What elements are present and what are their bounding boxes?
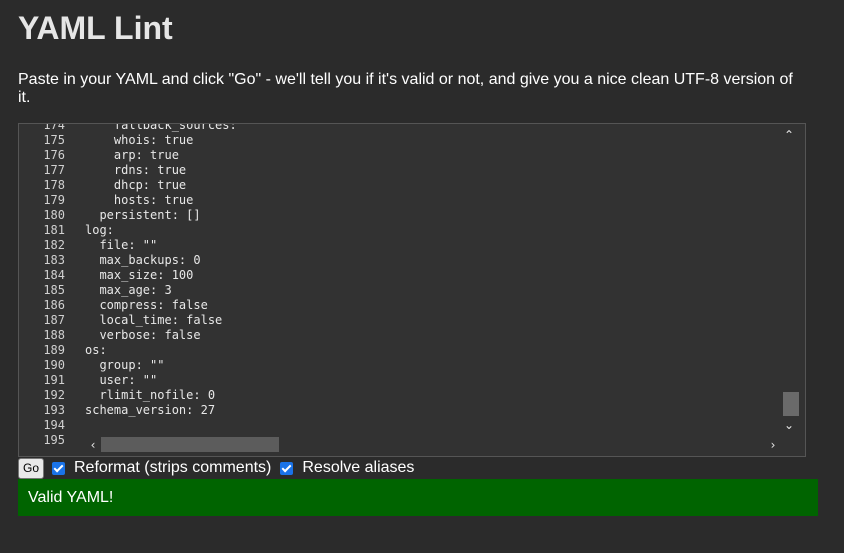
code-line: user: "" [85, 373, 158, 387]
intro-text: Paste in your YAML and click "Go" - we'l… [18, 71, 793, 106]
chevron-up-icon[interactable]: ⌃ [781, 128, 797, 142]
resolve-aliases-label[interactable]: Resolve aliases [302, 459, 414, 477]
code-line: compress: false [85, 298, 208, 312]
code-line: persistent: [] [85, 208, 201, 222]
line-number-gutter: 174 175 176 177 178 179 180 181 182 183 184 185 186 1… [19, 124, 73, 456]
code-line: max_age: 3 [85, 283, 172, 297]
code-line: local_time: false [85, 313, 223, 327]
line-number: 190 [43, 358, 65, 372]
code-line: whois: true [85, 133, 194, 147]
line-number: 176 [43, 148, 65, 162]
line-number: 183 [43, 253, 65, 267]
code-line: max_size: 100 [85, 268, 194, 282]
code-line: file: "" [85, 238, 158, 252]
line-number: 182 [43, 238, 65, 252]
code-line: max_backups: 0 [85, 253, 201, 267]
code-line: arp: true [85, 148, 179, 162]
line-number: 189 [43, 343, 65, 357]
code-line: group: "" [85, 358, 165, 372]
line-number: 187 [43, 313, 65, 327]
reformat-label[interactable]: Reformat (strips comments) [74, 459, 271, 477]
line-number: 185 [43, 283, 65, 297]
code-line: schema_version: 27 [85, 403, 216, 417]
chevron-left-icon[interactable]: ‹ [85, 438, 101, 452]
line-number: 194 [43, 418, 65, 432]
line-number: 193 [43, 403, 65, 417]
horizontal-scrollbar-thumb[interactable] [101, 437, 279, 452]
options-bar: Go Reformat (strips comments) Resolve al… [18, 457, 423, 479]
line-number: 178 [43, 178, 65, 192]
line-number: 181 [43, 223, 65, 237]
code-line: fallback_sources: [85, 123, 237, 132]
go-button[interactable]: Go [18, 457, 44, 479]
line-number: 180 [43, 208, 65, 222]
validation-result: Valid YAML! [18, 479, 818, 516]
code-line: log: [85, 223, 114, 237]
resolve-aliases-checkbox[interactable] [280, 461, 294, 475]
vertical-scrollbar-thumb[interactable] [783, 392, 799, 416]
line-number: 177 [43, 163, 65, 177]
line-number: 175 [43, 133, 65, 147]
page-title: YAML Lint [18, 10, 173, 46]
line-number: 191 [43, 373, 65, 387]
line-number: 192 [43, 388, 65, 402]
reformat-checkbox[interactable] [52, 461, 65, 475]
code-line: rdns: true [85, 163, 187, 177]
line-number: 179 [43, 193, 65, 207]
chevron-down-icon[interactable]: ⌄ [781, 418, 797, 432]
yaml-editor[interactable]: 174 175 176 177 178 179 180 181 182 183 184 185 186 1… [18, 123, 806, 457]
code-line: verbose: false [85, 328, 201, 342]
code-line: dhcp: true [85, 178, 187, 192]
line-number: 188 [43, 328, 65, 342]
code-line: os: [85, 343, 107, 357]
chevron-right-icon[interactable]: › [765, 438, 781, 452]
line-number: 186 [43, 298, 65, 312]
code-area[interactable]: fallback_sources: whois: true arp: true … [85, 124, 783, 456]
code-line: hosts: true [85, 193, 194, 207]
line-number: 174 [43, 123, 65, 132]
line-number: 184 [43, 268, 65, 282]
line-number: 195 [43, 433, 65, 447]
code-line: rlimit_nofile: 0 [85, 388, 216, 402]
